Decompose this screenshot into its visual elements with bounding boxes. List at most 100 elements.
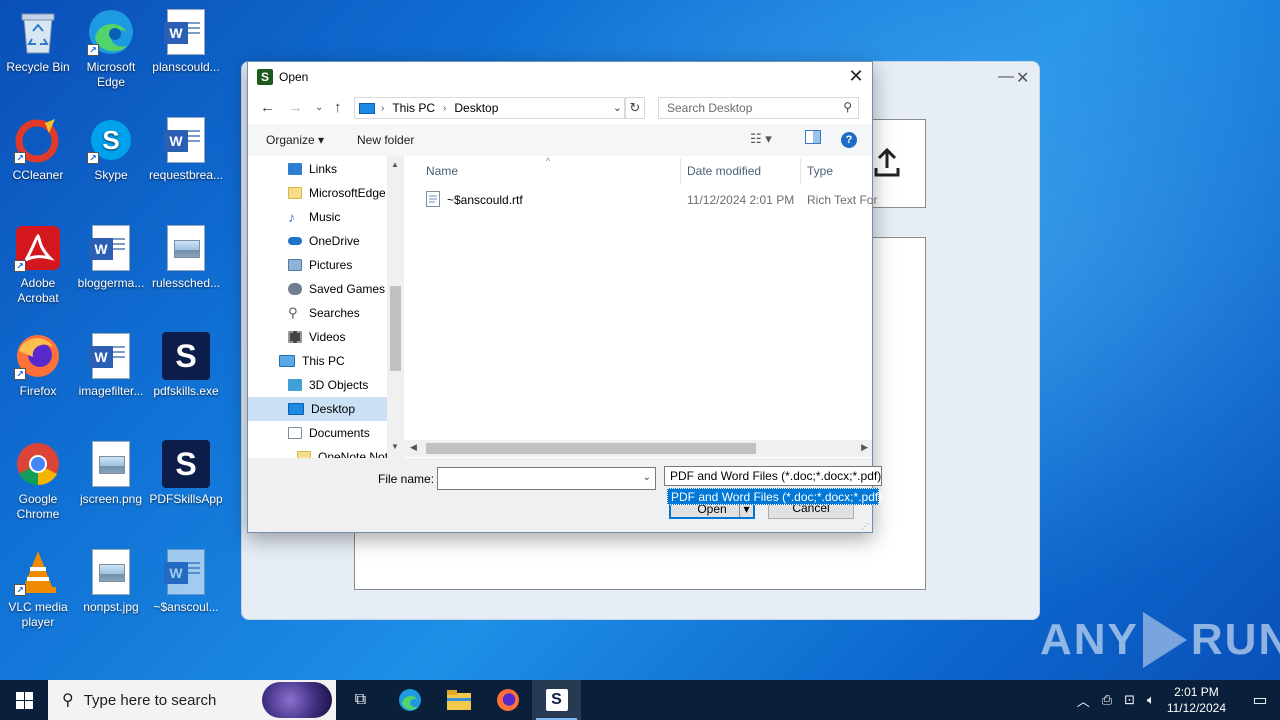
- tree-item-label: OneDrive: [309, 234, 360, 248]
- desktop-icon-vlc[interactable]: ↗ VLC media player: [0, 548, 76, 630]
- help-icon[interactable]: ?: [841, 132, 857, 148]
- desktop-icon-anscoul[interactable]: W ~$anscoul...: [148, 548, 224, 615]
- file-name-input[interactable]: ⌄: [437, 467, 656, 490]
- pdfskills-icon: S: [545, 689, 568, 711]
- scrollbar-thumb[interactable]: [390, 286, 401, 371]
- tree-item-saved-games[interactable]: Saved Games: [288, 277, 385, 301]
- tree-item-searches[interactable]: ⚲ Searches: [288, 301, 360, 325]
- desktop-icon-pdfskillsapp[interactable]: S PDFSkillsApp: [148, 440, 224, 507]
- taskbar-search-box[interactable]: ⚲ Type here to search: [48, 680, 336, 720]
- network-icon[interactable]: ⊡: [1124, 692, 1135, 708]
- desktop-icon-edge[interactable]: ↗ Microsoft Edge: [73, 8, 149, 90]
- tree-item-this-pc[interactable]: This PC: [279, 349, 345, 373]
- tree-item-pictures[interactable]: Pictures: [288, 253, 352, 277]
- tree-item-onedrive[interactable]: OneDrive: [288, 229, 360, 253]
- desktop-icon-label: ~$anscoul...: [153, 600, 219, 614]
- notifications-icon[interactable]: ▭: [1240, 690, 1280, 710]
- desktop-icon-rulessched[interactable]: rulessched...: [148, 224, 224, 291]
- file-list-horizontal-scrollbar[interactable]: ◀ ▶: [404, 440, 872, 457]
- taskbar-firefox-icon[interactable]: [483, 680, 532, 720]
- file-type-select[interactable]: PDF and Word Files (*.doc;*.docx;*.pdf): [664, 466, 882, 486]
- desktop-icon-label: requestbrea...: [148, 168, 224, 182]
- resize-grip-icon[interactable]: ⋰: [861, 522, 869, 531]
- start-button[interactable]: [0, 680, 48, 720]
- desktop-icon-recycle-bin[interactable]: Recycle Bin: [0, 8, 76, 75]
- upload-icon[interactable]: [874, 147, 900, 181]
- word-doc-icon: W: [87, 224, 135, 272]
- file-row[interactable]: ~$anscould.rtf 11/12/2024 2:01 PM Rich T…: [422, 189, 877, 211]
- onedrive-icon: [288, 237, 302, 245]
- clock-date: 11/12/2024: [1166, 701, 1226, 715]
- tree-item-onenote[interactable]: OneNote Not: [297, 445, 387, 458]
- recent-locations-chevron-icon[interactable]: ⌄: [315, 102, 323, 113]
- desktop-icon-ccleaner[interactable]: ↗ CCleaner: [0, 116, 76, 183]
- edge-icon: ↗: [87, 8, 135, 56]
- scroll-up-icon[interactable]: ▲: [391, 160, 399, 169]
- up-arrow-icon[interactable]: ↑: [334, 99, 342, 116]
- tree-item-music[interactable]: ♪ Music: [288, 205, 340, 229]
- back-arrow-icon[interactable]: ←: [260, 99, 275, 116]
- refresh-icon[interactable]: ↻: [625, 97, 645, 119]
- tree-item-microsoftedge[interactable]: MicrosoftEdge: [288, 181, 386, 205]
- forward-arrow-icon[interactable]: →: [288, 99, 303, 116]
- file-type-option[interactable]: PDF and Word Files (*.doc;*.docx;*.pdf): [667, 488, 882, 505]
- column-header-type[interactable]: Type: [807, 164, 833, 178]
- word-doc-icon: W: [162, 548, 210, 596]
- desktop-icon-skype[interactable]: S ↗ Skype: [73, 116, 149, 183]
- volume-icon[interactable]: 🔈︎: [1147, 692, 1155, 708]
- close-icon[interactable]: ✕: [840, 62, 872, 92]
- tree-item-label: 3D Objects: [309, 378, 369, 392]
- tree-item-3d-objects[interactable]: 3D Objects: [288, 373, 368, 397]
- show-hidden-icons-chevron-icon[interactable]: ︿: [1077, 691, 1090, 710]
- file-list: Name ^ Date modified Type ~$anscould.rtf…: [404, 156, 877, 458]
- scroll-right-icon[interactable]: ▶: [861, 442, 868, 453]
- desktop-icon-acrobat[interactable]: ↗ Adobe Acrobat: [0, 224, 76, 306]
- desktop-icon-planscould[interactable]: W planscould...: [148, 8, 224, 75]
- taskbar-pdfskills-icon[interactable]: S: [532, 680, 581, 720]
- desktop-icon-jscreen[interactable]: jscreen.png: [73, 440, 149, 507]
- organize-label: Organize: [266, 133, 315, 147]
- file-explorer-icon[interactable]: [434, 680, 483, 720]
- address-bar[interactable]: › This PC › Desktop ⌄: [354, 97, 625, 119]
- tree-item-documents[interactable]: Documents: [288, 421, 370, 445]
- organize-button[interactable]: Organize ▾: [266, 133, 324, 147]
- task-view-icon[interactable]: ⧉: [336, 680, 385, 720]
- desktop-icon-chrome[interactable]: Google Chrome: [0, 440, 76, 522]
- tree-item-videos[interactable]: Videos: [288, 325, 345, 349]
- breadcrumb-this-pc[interactable]: This PC: [392, 101, 435, 115]
- file-type: Rich Text For: [807, 193, 878, 207]
- chevron-down-icon[interactable]: ⌄: [613, 101, 622, 114]
- breadcrumb-desktop[interactable]: Desktop: [454, 101, 498, 115]
- desktop-icon-label: planscould...: [152, 60, 220, 74]
- desktop-icon-bloggerma[interactable]: W bloggerma...: [73, 224, 149, 291]
- column-divider: [800, 158, 801, 184]
- desktop-icon-firefox[interactable]: ↗ Firefox: [0, 332, 76, 399]
- desktop-icon-nonpst[interactable]: nonpst.jpg: [73, 548, 149, 615]
- tree-item-desktop[interactable]: Desktop: [248, 397, 387, 421]
- chevron-down-icon[interactable]: ⌄: [643, 472, 651, 483]
- close-icon[interactable]: ✕: [1016, 68, 1029, 88]
- taskbar-edge-icon[interactable]: [385, 680, 434, 720]
- minimize-icon[interactable]: —: [998, 68, 1014, 86]
- navigation-scrollbar[interactable]: ▲ ▼: [387, 156, 404, 458]
- videos-icon: [288, 331, 302, 343]
- tree-item-links[interactable]: Links: [288, 157, 337, 181]
- breadcrumb-separator: ›: [443, 102, 447, 114]
- column-header-name[interactable]: Name: [426, 164, 458, 178]
- dialog-titlebar[interactable]: S Open ✕: [248, 62, 872, 92]
- scroll-down-icon[interactable]: ▼: [391, 442, 399, 451]
- scrollbar-thumb[interactable]: [426, 443, 756, 454]
- column-header-date[interactable]: Date modified: [687, 164, 761, 178]
- desktop-icon-requestbrea[interactable]: W requestbrea...: [148, 116, 224, 183]
- dialog-toolbar: Organize ▾ New folder ☷ ▾ ?: [248, 124, 872, 156]
- search-input[interactable]: Search Desktop ⚲: [658, 97, 859, 119]
- preview-pane-icon[interactable]: [805, 130, 821, 147]
- new-folder-button[interactable]: New folder: [357, 133, 414, 147]
- device-icon[interactable]: ⎙: [1102, 692, 1112, 708]
- desktop-icon-imagefilter[interactable]: W imagefilter...: [73, 332, 149, 399]
- desktop-icon-pdfskills-exe[interactable]: S pdfskills.exe: [148, 332, 224, 399]
- view-options-icon[interactable]: ☷ ▾: [750, 131, 772, 147]
- this-pc-icon: [279, 355, 295, 367]
- scroll-left-icon[interactable]: ◀: [410, 442, 417, 453]
- clock[interactable]: 2:01 PM 11/12/2024: [1167, 684, 1226, 716]
